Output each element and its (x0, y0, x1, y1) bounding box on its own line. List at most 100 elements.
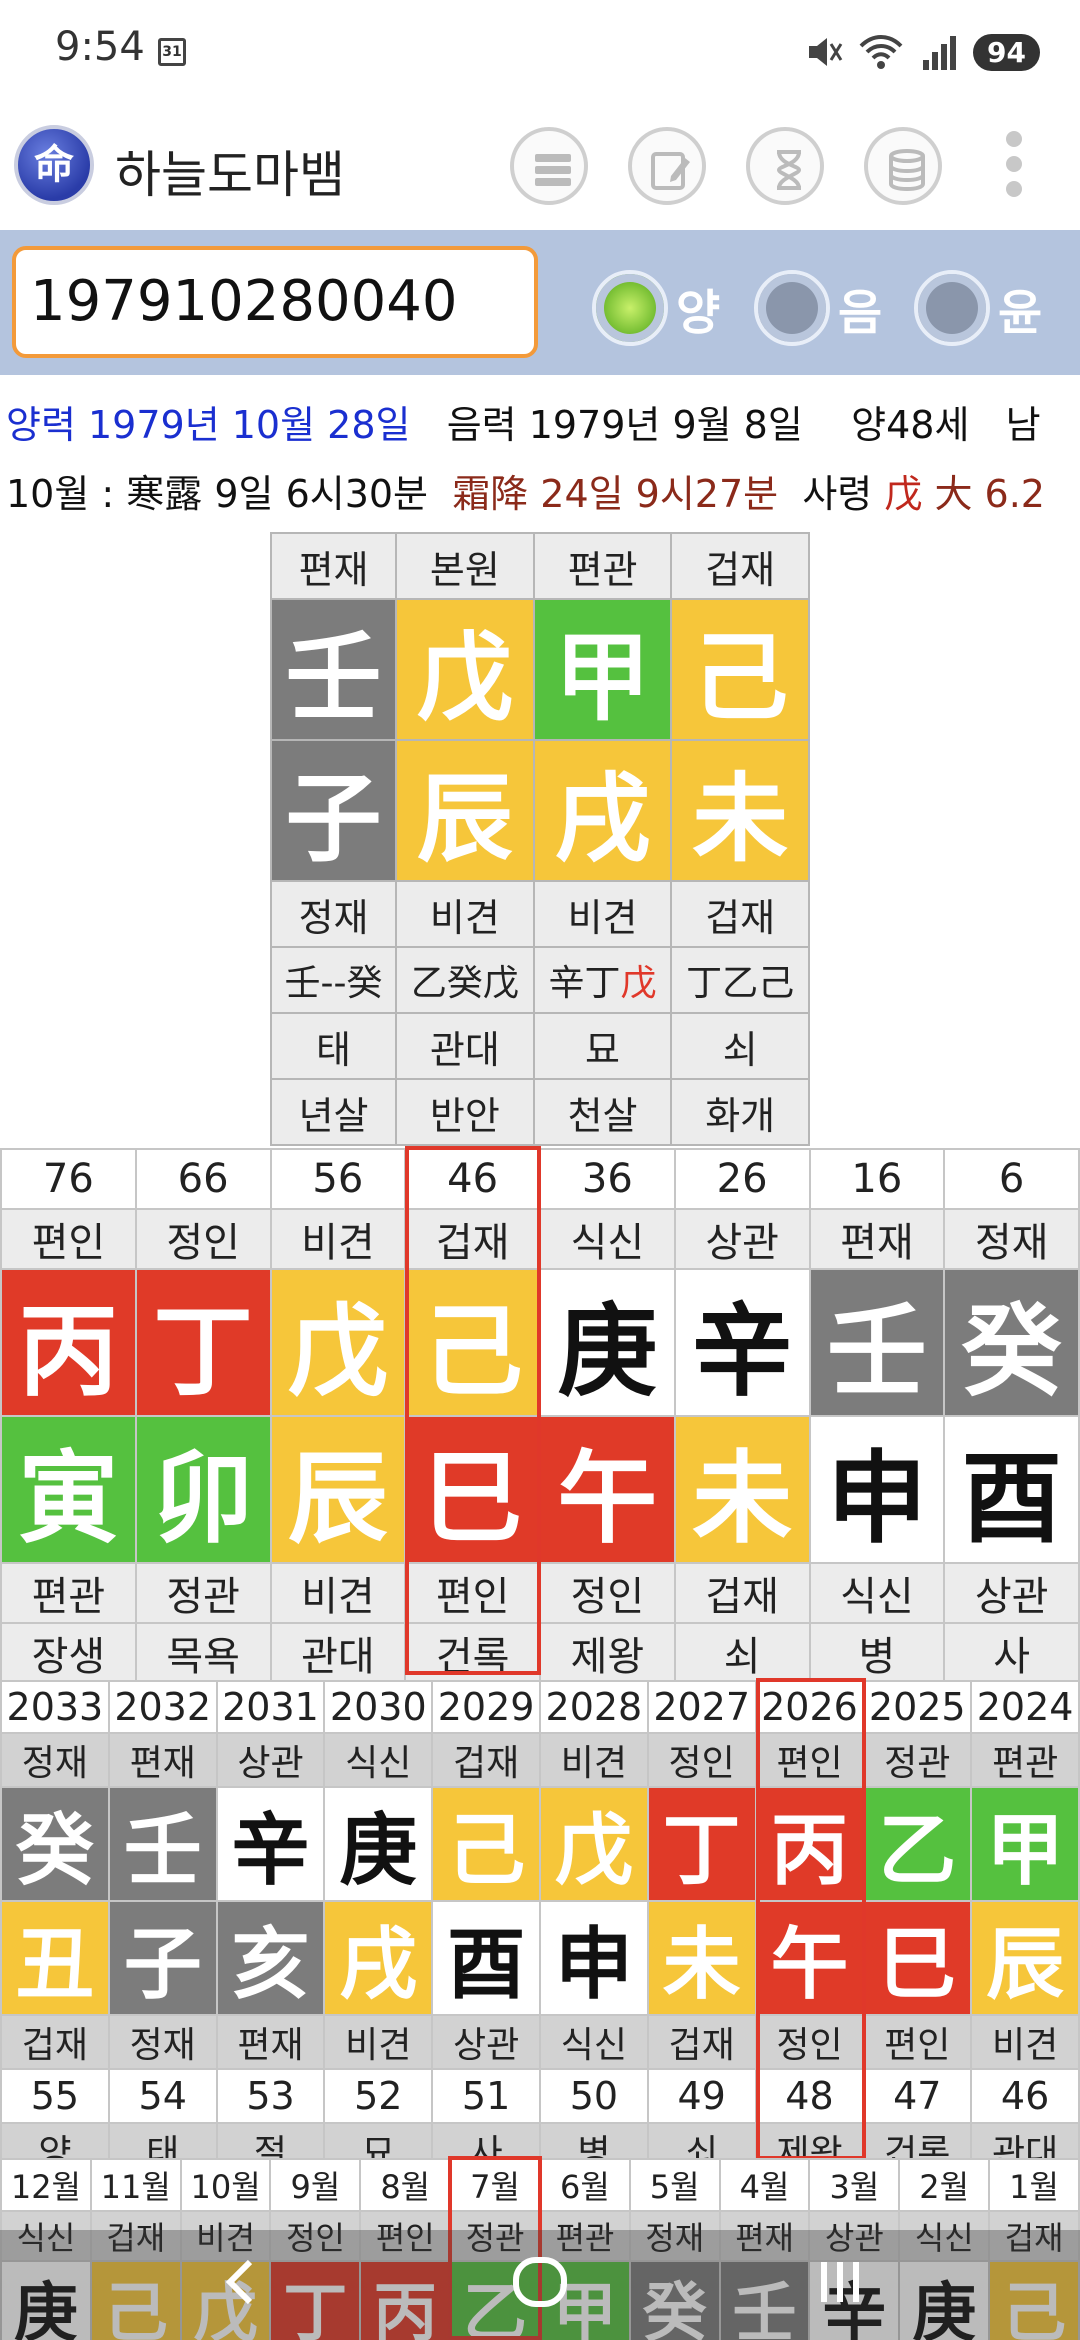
wolun-month[interactable]: 4월 (718, 2158, 811, 2212)
seun-stem[interactable]: 戊 (538, 1786, 649, 1902)
seun-year[interactable]: 2031 (215, 1680, 326, 1734)
natal-stem-month[interactable]: 戊 (395, 598, 535, 741)
seun-stem[interactable]: 癸 (0, 1786, 110, 1902)
seun-year[interactable]: 2029 (431, 1680, 541, 1734)
daewoon-branch[interactable]: 寅 (0, 1415, 137, 1564)
wolun-month[interactable]: 12월 (0, 2158, 92, 2212)
edit-button[interactable] (628, 127, 706, 205)
seun-stem[interactable]: 乙 (862, 1786, 973, 1902)
wolun-month[interactable]: 7월 (449, 2158, 541, 2212)
daewoon-stem[interactable]: 壬 (808, 1268, 946, 1417)
wolun-month[interactable]: 10월 (179, 2158, 272, 2212)
birth-datetime-input[interactable]: 197910280040 (12, 246, 538, 358)
daewoon-age[interactable]: 16 (808, 1148, 946, 1210)
seun-year[interactable]: 2030 (323, 1680, 434, 1734)
natal-branch[interactable]: 子 (269, 739, 398, 882)
radio-leap-dot[interactable] (914, 270, 990, 346)
seun-branch[interactable]: 丑 (0, 1900, 110, 2016)
seun-label: 편인 (754, 1732, 865, 1788)
wolun-month[interactable]: 3월 (808, 2158, 901, 2212)
daewoon-age[interactable]: 46 (404, 1148, 541, 1210)
daewoon-branch[interactable]: 巳 (404, 1415, 541, 1564)
daewoon-stem[interactable]: 己 (404, 1268, 541, 1417)
daewoon-stem[interactable]: 戊 (269, 1268, 407, 1417)
daewoon-branch[interactable]: 卯 (134, 1415, 272, 1564)
seun-branch[interactable]: 巳 (862, 1900, 973, 2016)
seun-branch[interactable]: 申 (538, 1900, 649, 2016)
seun-stem[interactable]: 辛 (215, 1786, 326, 1902)
wolun-month[interactable]: 2월 (898, 2158, 991, 2212)
daewoon-stem[interactable]: 丙 (0, 1268, 137, 1417)
daewoon-stage: 병 (808, 1622, 946, 1684)
daewoon-age[interactable]: 36 (539, 1148, 676, 1210)
wolun-month[interactable]: 1월 (988, 2158, 1080, 2212)
natal-label: 편관 (532, 532, 673, 600)
daewoon-branch[interactable]: 辰 (269, 1415, 407, 1564)
seun-branch[interactable]: 子 (107, 1900, 218, 2016)
seun-stem[interactable]: 壬 (107, 1786, 218, 1902)
calendar-icon: 31 (158, 38, 186, 66)
daewoon-age[interactable]: 26 (673, 1148, 811, 1210)
daewoon-stage: 건록 (404, 1622, 541, 1684)
seun-stem[interactable]: 甲 (970, 1786, 1080, 1902)
daewoon-age[interactable]: 66 (134, 1148, 272, 1210)
wolun-month[interactable]: 8월 (359, 2158, 452, 2212)
seun-branch[interactable]: 辰 (970, 1900, 1080, 2016)
daewoon-stem[interactable]: 丁 (134, 1268, 272, 1417)
daewoon-age[interactable]: 6 (943, 1148, 1080, 1210)
wolun-month[interactable]: 6월 (538, 2158, 631, 2212)
wolun-month[interactable]: 9월 (269, 2158, 362, 2212)
daewoon-branch[interactable]: 未 (673, 1415, 811, 1564)
natal-hidden-stems: 壬--癸 乙癸戊 辛丁戊 丁乙己 (269, 946, 810, 1014)
seun-year[interactable]: 2027 (646, 1680, 757, 1734)
seun-stem[interactable]: 丁 (646, 1786, 757, 1902)
radio-solar-dot[interactable] (592, 270, 668, 346)
seun-branch[interactable]: 午 (754, 1900, 865, 2016)
radio-solar[interactable]: 양 (592, 270, 720, 346)
seun-stem[interactable]: 丙 (754, 1786, 865, 1902)
sal: 천살 (532, 1078, 673, 1146)
hidden-stem: 辛丁戊 (532, 946, 673, 1014)
seun-year[interactable]: 2033 (0, 1680, 110, 1734)
radio-lunar[interactable]: 음 (754, 270, 882, 346)
seun-year[interactable]: 2024 (970, 1680, 1080, 1734)
database-button[interactable] (864, 127, 942, 205)
natal-branch[interactable]: 未 (670, 739, 810, 882)
seun-branch[interactable]: 酉 (431, 1900, 541, 2016)
wolun-month[interactable]: 11월 (89, 2158, 182, 2212)
status-bar: 9:54 31 94 (0, 0, 1080, 105)
natal-stem-year[interactable]: 壬 (269, 598, 398, 741)
daewoon-stem[interactable]: 癸 (943, 1268, 1080, 1417)
seun-year[interactable]: 2026 (754, 1680, 865, 1734)
term-2: 霜降 24일 9시27분 (452, 472, 779, 516)
daewoon-branch[interactable]: 午 (539, 1415, 676, 1564)
seun-year[interactable]: 2028 (538, 1680, 649, 1734)
seun-branch[interactable]: 亥 (215, 1900, 326, 2016)
daewoon-stem[interactable]: 辛 (673, 1268, 811, 1417)
daewoon-branch[interactable]: 酉 (943, 1415, 1080, 1564)
back-icon[interactable] (212, 2252, 272, 2312)
recents-icon[interactable] (810, 2252, 870, 2312)
seun-year[interactable]: 2025 (862, 1680, 973, 1734)
seun-branch[interactable]: 未 (646, 1900, 757, 2016)
daewoon-branch[interactable]: 申 (808, 1415, 946, 1564)
home-icon[interactable] (508, 2252, 572, 2312)
seun-stem[interactable]: 己 (431, 1786, 541, 1902)
natal-stem-day[interactable]: 甲 (532, 598, 673, 741)
more-icon[interactable] (1002, 131, 1026, 205)
natal-stem-hour[interactable]: 己 (670, 598, 810, 741)
seun-stem[interactable]: 庚 (323, 1786, 434, 1902)
wolun-month[interactable]: 5월 (628, 2158, 721, 2212)
seun-year[interactable]: 2032 (107, 1680, 218, 1734)
daewoon-age[interactable]: 56 (269, 1148, 407, 1210)
seun-branch[interactable]: 戌 (323, 1900, 434, 2016)
history-button[interactable] (746, 127, 824, 205)
natal-branch[interactable]: 辰 (395, 739, 535, 882)
radio-lunar-dot[interactable] (754, 270, 830, 346)
daewoon-stem[interactable]: 庚 (539, 1268, 676, 1417)
radio-leap[interactable]: 윤 (914, 270, 1042, 346)
list-button[interactable] (510, 127, 588, 205)
hourglass-icon (776, 150, 802, 190)
natal-branch[interactable]: 戌 (532, 739, 673, 882)
daewoon-age[interactable]: 76 (0, 1148, 137, 1210)
